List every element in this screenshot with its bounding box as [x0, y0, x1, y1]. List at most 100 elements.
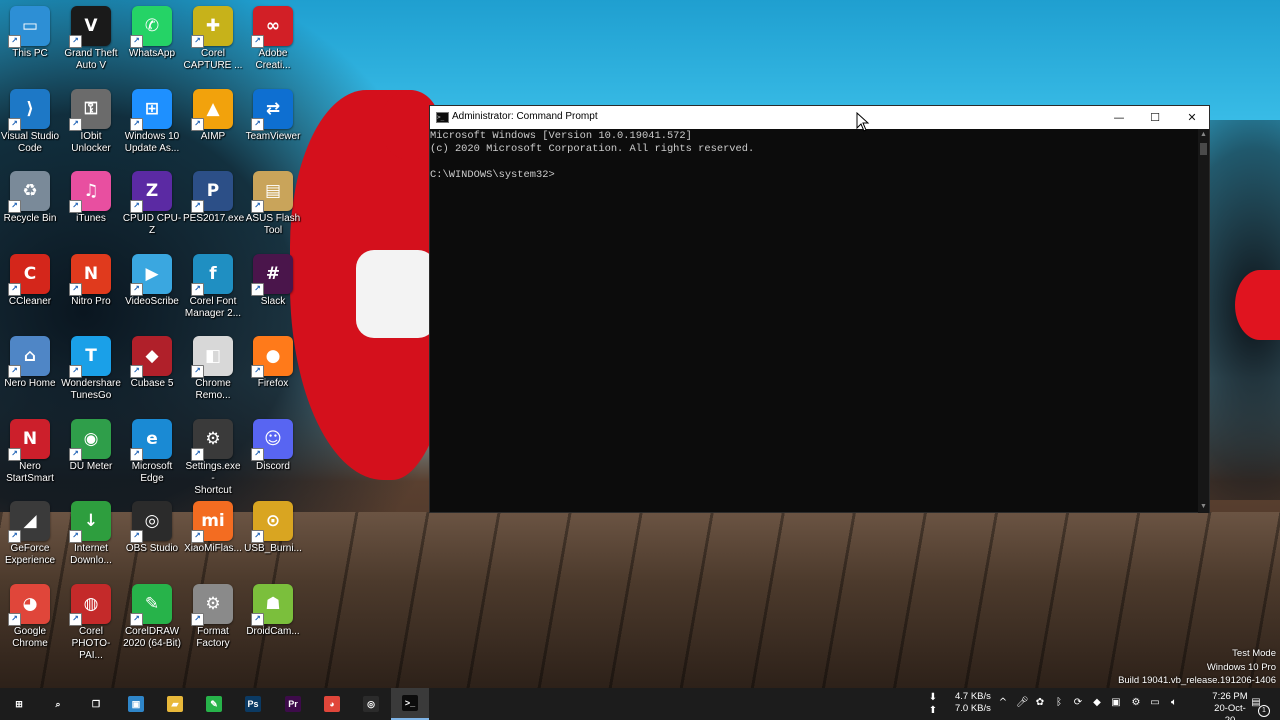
shortcut-arrow-icon: ↗: [130, 200, 143, 213]
microphone-icon[interactable]: 🎤︎: [1016, 697, 1029, 709]
desktop-icon[interactable]: ◢ ↗ GeForce Experience: [0, 501, 60, 567]
desktop-icon-label: Wondershare TunesGo: [61, 378, 121, 401]
app-icon: ▶ ↗: [130, 253, 172, 296]
desktop-icon[interactable]: ⚙ ↗ Settings.exe - Shortcut: [183, 418, 243, 497]
app-icon: ◕ ↗: [8, 583, 50, 626]
scroll-thumb[interactable]: [1200, 143, 1207, 155]
command-prompt-window[interactable]: >_ Administrator: Command Prompt — ☐ ✕ M…: [429, 105, 1210, 513]
tray-gear-icon[interactable]: ⚙: [1130, 697, 1142, 709]
desktop-icon-label: AIMP: [200, 130, 226, 142]
taskbar-app-1[interactable]: ▣: [117, 688, 155, 720]
desktop-icon[interactable]: T ↗ Wondershare TunesGo: [61, 336, 121, 402]
taskbar-coreldraw[interactable]: ✎: [195, 688, 233, 720]
desktop-icon-label: Adobe Creati...: [255, 48, 291, 71]
desktop-icon[interactable]: ⚙ ↗ Format Factory: [183, 583, 243, 650]
desktop-icon[interactable]: C ↗ CCleaner: [0, 253, 60, 308]
taskbar: ⊞ ⌕ ❐ ▣ ▰ ✎ Ps Pr ◕ ◎ >_ ⬇ ⬆ 4.7 KB/s 7.0 KB/s ^ 🎤…: [0, 688, 1280, 726]
tray-sync-icon[interactable]: ⟳: [1072, 697, 1084, 709]
minimize-button[interactable]: —: [1101, 106, 1137, 129]
scroll-up-arrow-icon[interactable]: ▲: [1198, 131, 1209, 141]
search-button[interactable]: ⌕: [39, 688, 77, 720]
desktop-icon[interactable]: ◍ ↗ Corel PHOTO-PAI...: [61, 583, 121, 662]
start-button[interactable]: ⊞: [0, 688, 38, 720]
taskbar-clock[interactable]: 7:26 PM 20-Oct-20: [1210, 691, 1250, 727]
network-icon[interactable]: ▭: [1149, 697, 1161, 709]
desktop-icon[interactable]: ⊙ ↗ USB_Burni...: [243, 501, 303, 555]
desktop-icon[interactable]: ⟩ ↗ Visual Studio Code: [0, 88, 60, 155]
console-output[interactable]: Microsoft Windows [Version 10.0.19041.57…: [430, 129, 1198, 514]
desktop-icon[interactable]: ♫ ↗ iTunes: [61, 171, 121, 225]
desktop-icon[interactable]: ⚿ ↗ IObit Unlocker: [61, 88, 121, 155]
desktop-icon[interactable]: ▭ ↗ This PC: [0, 6, 60, 60]
desktop-icon[interactable]: ↓ ↗ Internet Downlo...: [61, 501, 121, 567]
console-scrollbar[interactable]: ▲ ▼: [1198, 129, 1209, 513]
desktop-icon[interactable]: ✚ ↗ Corel CAPTURE ...: [183, 6, 243, 72]
tray-app-icon[interactable]: ✿: [1034, 697, 1046, 709]
volume-icon[interactable]: 🔈︎: [1168, 697, 1180, 709]
shortcut-arrow-icon: ↗: [251, 117, 264, 131]
window-titlebar[interactable]: >_ Administrator: Command Prompt — ☐ ✕: [430, 106, 1209, 129]
task-view-button[interactable]: ❐: [77, 688, 115, 720]
desktop-icon[interactable]: N ↗ Nero StartSmart: [0, 418, 60, 485]
desktop-icon[interactable]: N ↗ Nitro Pro: [61, 253, 121, 308]
app-icon: ◢ ↗: [8, 501, 50, 543]
desktop-icon[interactable]: ☺ ↗ Discord: [243, 418, 303, 473]
desktop-icon[interactable]: ◎ ↗ OBS Studio: [122, 501, 182, 555]
tray-shield-icon[interactable]: ◆: [1091, 697, 1103, 709]
desktop-icon[interactable]: ◧ ↗ Chrome Remo...: [183, 336, 243, 402]
show-hidden-icons-chevron-icon[interactable]: ^: [997, 697, 1009, 709]
test-mode-watermark: Test Mode Windows 10 Pro Build 19041.vb_…: [1118, 647, 1276, 688]
desktop-icon[interactable]: ⇄ ↗ TeamViewer: [243, 88, 303, 143]
taskbar-file-explorer-icon: ▰: [167, 696, 183, 712]
desktop-icon-label: Slack: [260, 295, 286, 307]
shortcut-arrow-icon: ↗: [130, 530, 143, 543]
watermark-line: Windows 10 Pro: [1206, 661, 1276, 673]
desktop-icon[interactable]: ◉ ↗ DU Meter: [61, 418, 121, 473]
desktop-icon[interactable]: ● ↗ Firefox: [243, 336, 303, 390]
bluetooth-icon[interactable]: ᛒ: [1053, 697, 1065, 709]
shortcut-arrow-icon: ↗: [69, 117, 82, 131]
desktop-icon[interactable]: ▲ ↗ AIMP: [183, 88, 243, 143]
app-icon: P ↗: [191, 171, 233, 213]
desktop-icon-label: USB_Burni...: [244, 543, 302, 554]
desktop-icon[interactable]: ☗ ↗ DroidCam...: [243, 583, 303, 638]
desktop-icon[interactable]: ⊞ ↗ Windows 10 Update As...: [122, 88, 182, 155]
shortcut-arrow-icon: ↗: [251, 365, 264, 378]
shortcut-arrow-icon: ↗: [8, 282, 21, 296]
nvidia-icon[interactable]: ▣: [1110, 697, 1122, 709]
desktop-icon[interactable]: ∞ ↗ Adobe Creati...: [243, 6, 303, 72]
console-line: Microsoft Windows [Version 10.0.19041.57…: [430, 130, 692, 142]
desktop-icon[interactable]: ◆ ↗ Cubase 5: [122, 336, 182, 390]
desktop-icon[interactable]: # ↗ Slack: [243, 253, 303, 308]
desktop-icon[interactable]: ▶ ↗ VideoScribe: [122, 253, 182, 308]
taskbar-chrome[interactable]: ◕: [313, 688, 351, 720]
shortcut-arrow-icon: ↗: [191, 35, 204, 48]
shortcut-arrow-icon: ↗: [130, 612, 143, 626]
desktop-icon[interactable]: V ↗ Grand Theft Auto V: [61, 6, 121, 72]
desktop-icon[interactable]: f ↗ Corel Font Manager 2...: [183, 253, 243, 320]
desktop-icon[interactable]: ♻ ↗ Recycle Bin: [0, 171, 60, 225]
app-icon: ◎ ↗: [130, 501, 172, 543]
desktop-icon[interactable]: P ↗ PES2017.exe: [183, 171, 244, 225]
taskbar-cmd[interactable]: >_: [391, 688, 429, 720]
close-button[interactable]: ✕: [1174, 106, 1210, 129]
desktop-icon[interactable]: Z ↗ CPUID CPU-Z: [122, 171, 182, 237]
taskbar-premiere[interactable]: Pr: [274, 688, 312, 720]
maximize-button[interactable]: ☐: [1137, 106, 1173, 129]
desktop-icon[interactable]: ⌂ ↗ Nero Home: [0, 336, 60, 390]
app-icon: ✆ ↗: [130, 6, 172, 48]
taskbar-file-explorer[interactable]: ▰: [156, 688, 194, 720]
network-speed-meter[interactable]: 4.7 KB/s 7.0 KB/s: [955, 691, 991, 715]
desktop-icon[interactable]: ✆ ↗ WhatsApp: [122, 6, 182, 60]
desktop-icon[interactable]: ✎ ↗ CorelDRAW 2020 (64-Bit): [122, 583, 182, 650]
desktop-icon[interactable]: ◕ ↗ Google Chrome: [0, 583, 60, 650]
taskbar-photoshop[interactable]: Ps: [234, 688, 272, 720]
desktop-icon[interactable]: ▤ ↗ ASUS Flash Tool: [243, 171, 303, 237]
desktop-icon[interactable]: mi ↗ XiaoMiFlas...: [183, 501, 243, 555]
desktop-icon-label: Windows 10 Update As...: [124, 130, 180, 154]
desktop-icon[interactable]: e ↗ Microsoft Edge: [122, 418, 182, 485]
desktop-icon-label: OBS Studio: [125, 543, 179, 554]
taskbar-obs[interactable]: ◎: [352, 688, 390, 720]
scroll-down-arrow-icon[interactable]: ▼: [1198, 503, 1209, 513]
